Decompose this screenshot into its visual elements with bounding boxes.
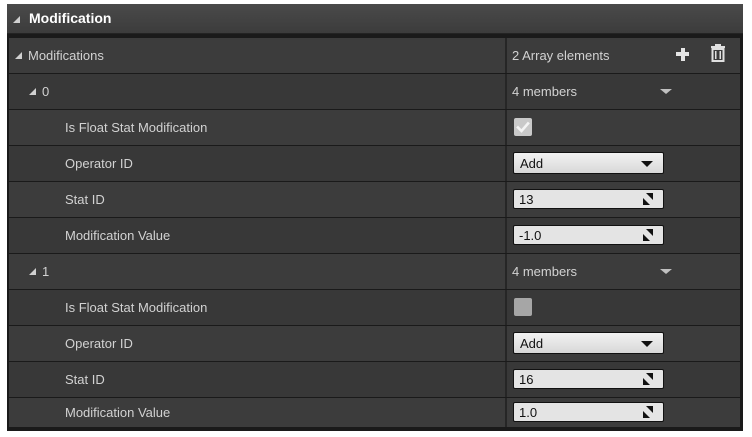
property-label: Operator ID (65, 336, 133, 351)
property-label: Is Float Stat Modification (65, 120, 208, 135)
property-label: Stat ID (65, 372, 105, 387)
members-count[interactable]: 4 members (512, 264, 577, 279)
chevron-down-icon[interactable] (660, 89, 672, 94)
column-divider[interactable] (505, 398, 507, 427)
array-element-row-1[interactable]: 1 4 members (9, 254, 740, 289)
column-divider[interactable] (505, 326, 507, 361)
element-index-label: 1 (42, 264, 50, 279)
column-divider[interactable] (505, 74, 507, 109)
property-row-stat-id: Stat ID 16 (9, 362, 740, 397)
column-divider[interactable] (505, 290, 507, 325)
section-title: Modification (29, 10, 112, 26)
property-label: Operator ID (65, 156, 133, 171)
input-value: -1.0 (519, 228, 542, 243)
drag-handle-icon[interactable] (643, 193, 653, 208)
expand-triangle-icon[interactable] (29, 88, 36, 95)
column-divider[interactable] (505, 362, 507, 397)
property-row-operator-id: Operator ID Add (9, 146, 740, 181)
column-divider[interactable] (505, 182, 507, 217)
property-row-modification-value: Modification Value 1.0 (9, 398, 740, 427)
trash-icon[interactable] (711, 44, 729, 64)
chevron-down-icon[interactable] (660, 269, 672, 274)
members-count[interactable]: 4 members (512, 84, 577, 99)
stat-id-input[interactable]: 16 (513, 369, 664, 389)
property-label: Is Float Stat Modification (65, 300, 208, 315)
column-divider[interactable] (505, 110, 507, 145)
input-value: 13 (519, 192, 534, 207)
dropdown-arrow-icon (641, 161, 653, 167)
property-row-modification-value: Modification Value -1.0 (9, 218, 740, 253)
expand-triangle-icon[interactable] (15, 52, 22, 59)
property-row-is-float: Is Float Stat Modification (9, 290, 740, 325)
property-label: Modification Value (65, 228, 171, 243)
array-count: 2 Array elements (512, 48, 610, 63)
collapse-triangle-icon[interactable] (13, 16, 20, 23)
array-element-row-0[interactable]: 0 4 members (9, 74, 740, 109)
is-float-checkbox[interactable] (514, 118, 532, 136)
stat-id-input[interactable]: 13 (513, 189, 664, 209)
input-value: 16 (519, 372, 534, 387)
plus-icon[interactable] (674, 44, 692, 64)
is-float-checkbox[interactable] (514, 298, 532, 316)
array-row-modifications[interactable]: Modifications 2 Array elements (9, 38, 740, 73)
column-divider[interactable] (505, 38, 507, 73)
dropdown-value: Add (520, 336, 544, 351)
property-label: Modification Value (65, 405, 171, 420)
checkmark-icon (516, 121, 530, 133)
expand-triangle-icon[interactable] (29, 268, 36, 275)
dropdown-arrow-icon (641, 341, 653, 347)
column-divider[interactable] (505, 146, 507, 181)
property-rows: Modifications 2 Array elements 0 4 membe… (9, 38, 740, 427)
property-label: Stat ID (65, 192, 105, 207)
modification-value-input[interactable]: 1.0 (513, 402, 664, 422)
drag-handle-icon[interactable] (643, 406, 653, 421)
operator-dropdown[interactable]: Add (513, 332, 664, 354)
column-divider[interactable] (505, 218, 507, 253)
input-value: 1.0 (519, 405, 538, 420)
drag-handle-icon[interactable] (643, 373, 653, 388)
dropdown-value: Add (520, 156, 544, 171)
element-index-label: 0 (42, 84, 50, 99)
property-row-stat-id: Stat ID 13 (9, 182, 740, 217)
array-label: Modifications (28, 48, 104, 63)
property-row-is-float: Is Float Stat Modification (9, 110, 740, 145)
operator-dropdown[interactable]: Add (513, 152, 664, 174)
column-divider[interactable] (505, 254, 507, 289)
property-row-operator-id: Operator ID Add (9, 326, 740, 361)
section-header-modification[interactable]: Modification (7, 4, 743, 34)
drag-handle-icon[interactable] (643, 229, 653, 244)
modification-value-input[interactable]: -1.0 (513, 225, 664, 245)
